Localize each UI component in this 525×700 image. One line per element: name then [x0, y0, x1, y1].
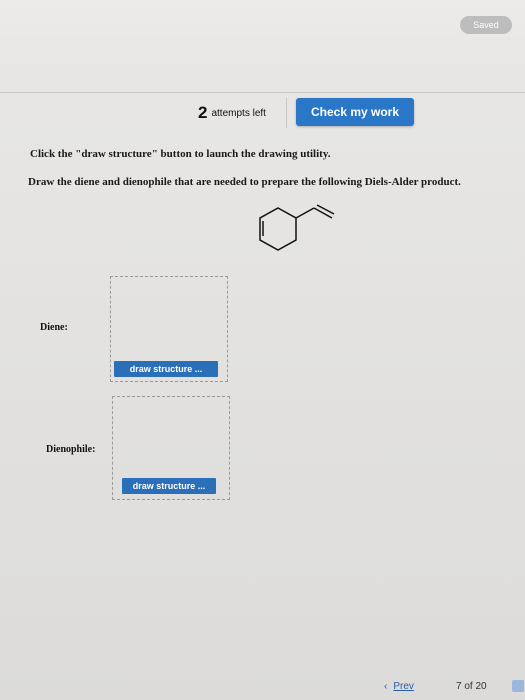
- saved-status-badge: Saved: [460, 16, 512, 34]
- chevron-left-icon: ‹: [384, 681, 388, 692]
- diene-label: Diene:: [40, 322, 68, 333]
- check-my-work-button[interactable]: Check my work: [296, 98, 414, 126]
- page-of: of: [464, 681, 473, 692]
- prev-link[interactable]: ‹ Prev: [384, 681, 414, 692]
- grid-menu-icon[interactable]: [512, 680, 524, 692]
- instruction-draw-reactants: Draw the diene and dienophile that are n…: [28, 176, 461, 188]
- diels-alder-product-structure: [259, 204, 335, 251]
- dienophile-label: Dienophile:: [46, 444, 96, 455]
- dienophile-draw-structure-button[interactable]: draw structure ...: [122, 478, 216, 494]
- attempts-count: 2: [198, 103, 208, 122]
- attempts-indicator: 2 attempts left: [198, 100, 266, 126]
- diene-draw-structure-button[interactable]: draw structure ...: [114, 361, 218, 377]
- attempts-label: attempts left: [211, 107, 266, 119]
- page-total: 20: [475, 681, 487, 692]
- top-bar: Saved: [0, 0, 525, 93]
- prev-label: Prev: [393, 681, 414, 692]
- page-indicator: 7 of 20: [456, 681, 487, 692]
- page-current: 7: [456, 681, 462, 692]
- divider: [286, 98, 287, 128]
- instruction-launch-utility: Click the "draw structure" button to lau…: [30, 148, 331, 160]
